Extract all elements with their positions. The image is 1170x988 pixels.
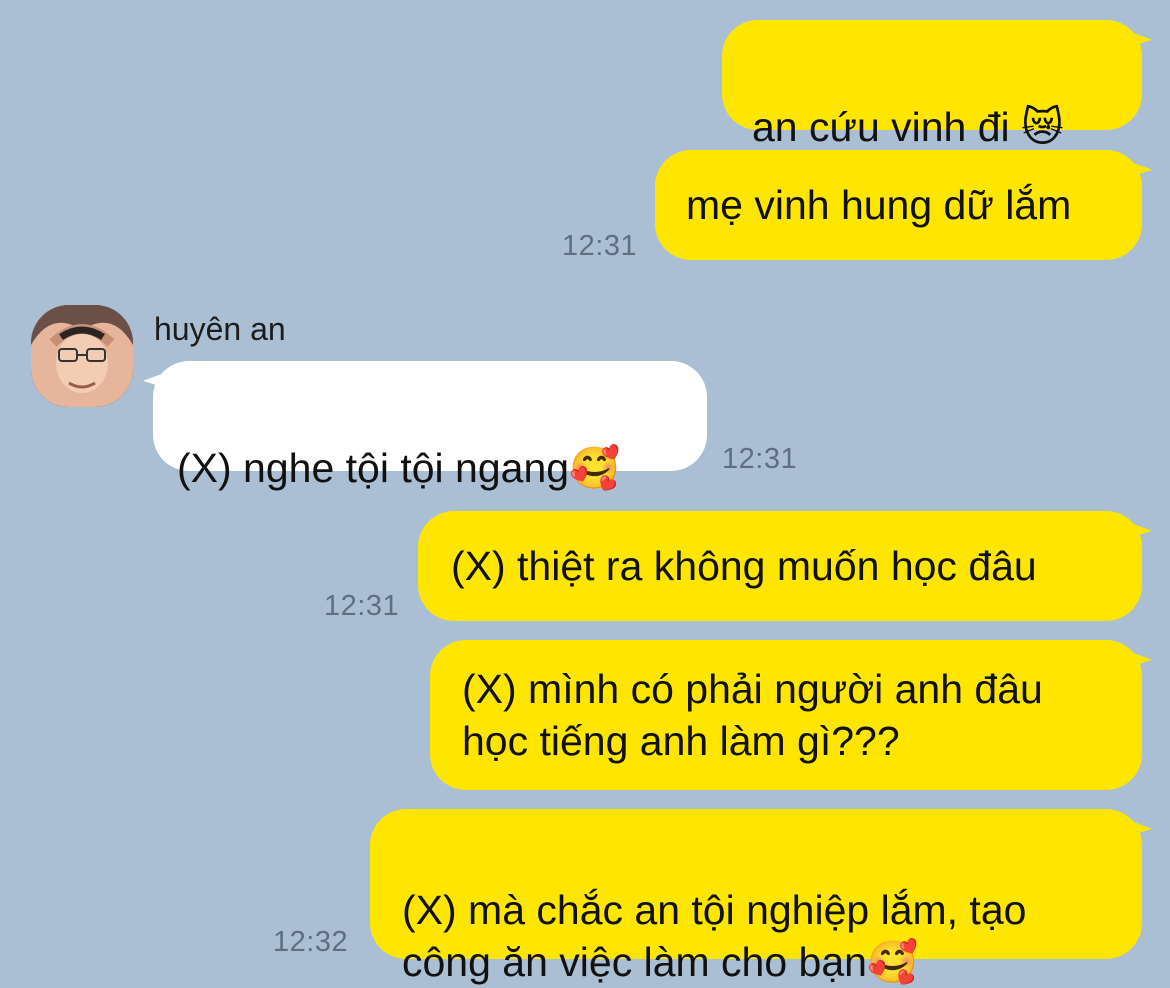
message-text: (X) nghe tội tội ngang🥰 bbox=[177, 445, 621, 491]
message-bubble-outgoing[interactable]: mẹ vinh hung dữ lắm bbox=[655, 150, 1152, 260]
message-timestamp: 12:32 bbox=[273, 926, 349, 958]
bubble-tail bbox=[1126, 21, 1152, 49]
message-text: (X) mà chắc an tội nghiệp lắm, tạo công … bbox=[402, 887, 1027, 985]
message-text: (X) mình có phải người anh đâu học tiếng… bbox=[462, 666, 1043, 764]
message-text: (X) thiệt ra không muốn học đâu bbox=[451, 543, 1037, 589]
bubble-tail bbox=[1126, 151, 1152, 179]
smiling-face-with-hearts-emoji-icon: 🥰 bbox=[866, 939, 919, 985]
message-bubble-outgoing[interactable]: (X) thiệt ra không muốn học đâu bbox=[418, 511, 1152, 621]
chat-thread: an cứu vinh đi 😿 mẹ vinh hung dữ lắm 12:… bbox=[0, 0, 1170, 987]
smiling-face-with-hearts-emoji-icon: 🥰 bbox=[569, 445, 621, 491]
message-timestamp: 12:31 bbox=[562, 230, 638, 262]
sender-name: huyên an bbox=[154, 311, 286, 347]
bubble-tail bbox=[1126, 512, 1152, 540]
message-text: mẹ vinh hung dữ lắm bbox=[686, 182, 1072, 228]
message-bubble-outgoing[interactable]: an cứu vinh đi 😿 bbox=[722, 20, 1152, 150]
message-text: an cứu vinh đi 😿 bbox=[752, 104, 1064, 150]
message-bubble-outgoing[interactable]: (X) mình có phải người anh đâu học tiếng… bbox=[430, 640, 1152, 790]
message-bubble-incoming[interactable]: (X) nghe tội tội ngang🥰 bbox=[143, 361, 707, 491]
crying-cat-emoji-icon: 😿 bbox=[1021, 104, 1064, 150]
message-timestamp: 12:31 bbox=[722, 443, 798, 475]
message-bubble-outgoing[interactable]: (X) mà chắc an tội nghiệp lắm, tạo công … bbox=[370, 809, 1152, 985]
avatar[interactable] bbox=[31, 305, 133, 407]
profile-photo-icon bbox=[31, 305, 133, 407]
message-timestamp: 12:31 bbox=[324, 590, 400, 622]
bubble-tail bbox=[143, 362, 169, 390]
